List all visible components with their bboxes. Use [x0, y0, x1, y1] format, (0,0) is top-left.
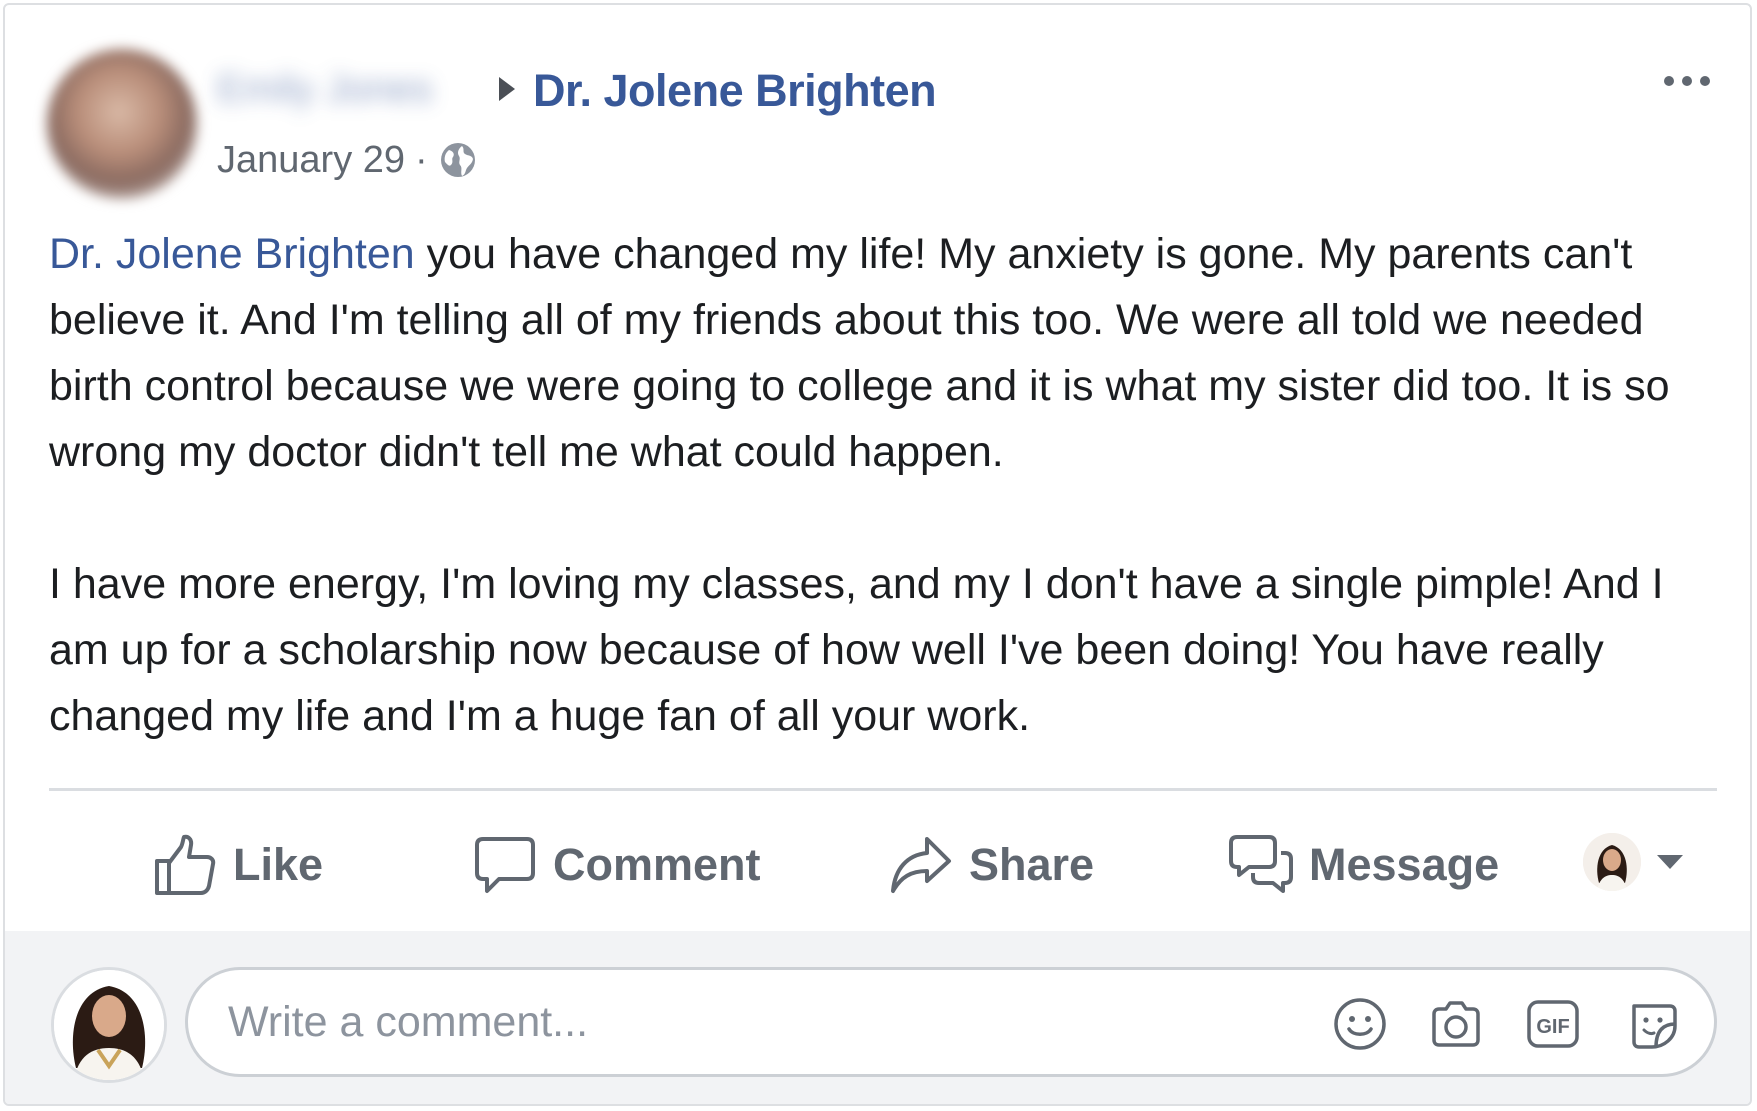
post-meta: January 29 ·	[217, 133, 478, 187]
author-name[interactable]: Emily Jones	[217, 67, 479, 111]
emoji-icon[interactable]	[1332, 996, 1388, 1052]
gif-icon[interactable]: GIF	[1525, 996, 1581, 1052]
globe-icon[interactable]	[438, 140, 478, 180]
sticker-icon[interactable]	[1624, 996, 1680, 1052]
comment-box[interactable]: GIF	[185, 967, 1717, 1077]
post-card: Emily Jones Dr. Jolene Brighten January …	[3, 3, 1752, 1106]
target-page-link[interactable]: Dr. Jolene Brighten	[533, 63, 937, 119]
post-as-selector[interactable]	[1583, 833, 1685, 891]
commenter-avatar	[51, 967, 167, 1083]
comment-button[interactable]: Comment	[473, 823, 761, 907]
mention-link[interactable]: Dr. Jolene Brighten	[49, 230, 415, 278]
message-bubbles-icon	[1229, 835, 1293, 893]
actions-divider	[49, 788, 1717, 791]
share-label: Share	[969, 839, 1095, 890]
svg-text:GIF: GIF	[1536, 1016, 1569, 1038]
arrow-right-icon	[499, 77, 515, 101]
thumbs-up-icon	[155, 834, 216, 895]
post-date[interactable]: January 29	[217, 139, 405, 182]
like-button[interactable]: Like	[153, 823, 323, 907]
page-avatar	[1583, 833, 1641, 891]
post-paragraph-2: I have more energy, I'm loving my classe…	[49, 560, 1664, 740]
author-avatar[interactable]	[47, 49, 197, 199]
comment-composer: GIF	[5, 931, 1750, 1104]
like-label: Like	[233, 839, 324, 890]
camera-icon[interactable]	[1428, 996, 1484, 1052]
share-arrow-icon	[891, 837, 951, 893]
share-button[interactable]: Share	[889, 823, 1094, 907]
more-options-icon[interactable]	[1662, 71, 1712, 91]
comment-bubble-icon	[475, 837, 535, 893]
date-separator: ·	[415, 138, 428, 181]
post-body: Dr. Jolene Brighten you have changed my …	[49, 221, 1729, 749]
message-label: Message	[1309, 839, 1500, 890]
message-button[interactable]: Message	[1229, 823, 1499, 907]
comment-input[interactable]	[228, 970, 1228, 1074]
caret-down-icon	[1657, 855, 1683, 869]
post-paragraph-1: Dr. Jolene Brighten you have changed my …	[49, 221, 1729, 485]
comment-label: Comment	[553, 839, 761, 890]
